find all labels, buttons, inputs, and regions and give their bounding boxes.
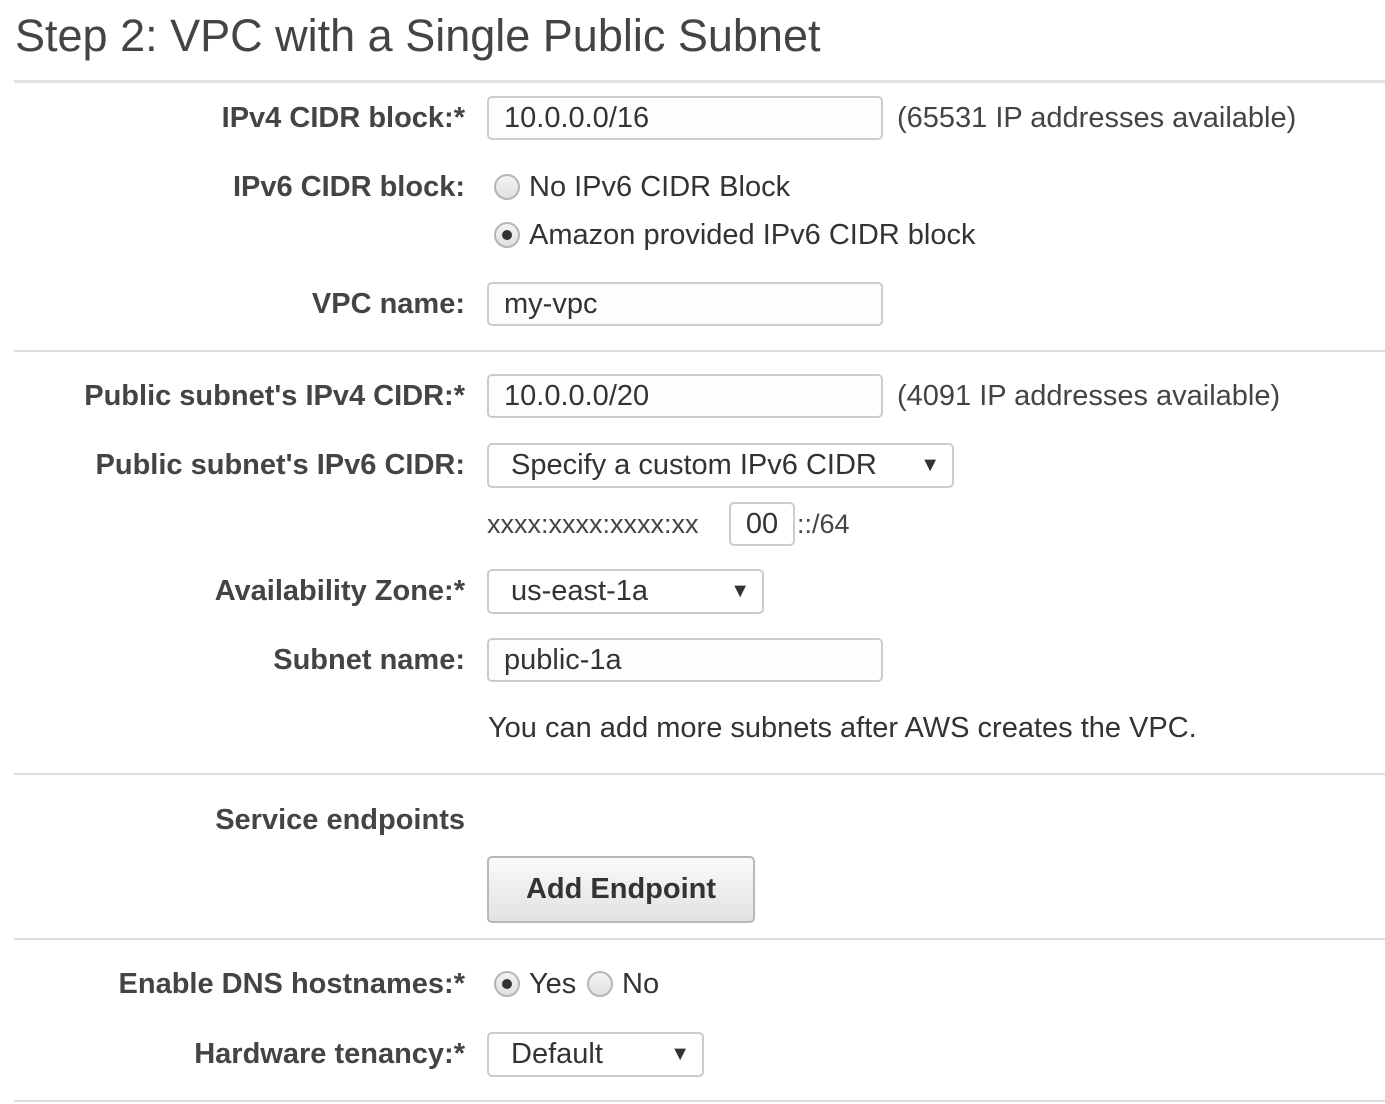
vpc-name-label: VPC name: — [311, 288, 465, 320]
public-subnet-ipv4-input[interactable] — [487, 374, 883, 418]
service-endpoints-label: Service endpoints — [215, 804, 465, 836]
ipv6-cidr-custom-input[interactable] — [729, 502, 795, 546]
section-divider — [14, 1100, 1385, 1102]
section-divider — [14, 938, 1385, 940]
subnet-note: You can add more subnets after AWS creat… — [488, 712, 1197, 744]
dns-hostnames-no[interactable]: No — [587, 967, 659, 1001]
page-title: Step 2: VPC with a Single Public Subnet — [15, 10, 821, 61]
dropdown-arrow-icon: ▼ — [920, 454, 940, 476]
hardware-tenancy-label: Hardware tenancy:* — [194, 1038, 465, 1070]
dropdown-arrow-icon: ▼ — [730, 580, 750, 602]
radio-unchecked-icon[interactable] — [494, 174, 520, 200]
dns-hostnames-yes-label: Yes — [529, 968, 577, 1000]
hardware-tenancy-selected: Default — [511, 1038, 603, 1070]
dropdown-arrow-icon: ▼ — [670, 1043, 690, 1065]
dns-hostnames-yes[interactable]: Yes — [494, 967, 576, 1001]
public-subnet-ipv6-select[interactable]: Specify a custom IPv6 CIDR ▼ — [487, 443, 954, 488]
public-subnet-ipv6-label: Public subnet's IPv6 CIDR: — [95, 449, 465, 481]
availability-zone-selected: us-east-1a — [511, 575, 649, 607]
radio-checked-icon[interactable] — [494, 971, 520, 997]
ipv6-option-amazon-label: Amazon provided IPv6 CIDR block — [529, 219, 976, 251]
section-divider — [14, 773, 1385, 775]
ipv6-option-none-label: No IPv6 CIDR Block — [529, 171, 791, 203]
public-subnet-ipv4-label: Public subnet's IPv4 CIDR:* — [84, 380, 465, 412]
radio-unchecked-icon[interactable] — [587, 971, 613, 997]
subnet-name-label: Subnet name: — [273, 644, 465, 676]
vpc-name-input[interactable] — [487, 282, 883, 326]
availability-zone-select[interactable]: us-east-1a ▼ — [487, 569, 764, 614]
ipv4-cidr-input[interactable] — [487, 96, 883, 140]
ipv6-cidr-prefix: xxxx:xxxx:xxxx:xx — [487, 509, 699, 539]
dns-hostnames-label: Enable DNS hostnames:* — [118, 968, 465, 1000]
section-divider — [14, 80, 1385, 83]
section-divider — [14, 350, 1385, 352]
dns-hostnames-no-label: No — [622, 968, 660, 1000]
ipv6-option-none[interactable]: No IPv6 CIDR Block — [494, 170, 790, 204]
ipv6-option-amazon[interactable]: Amazon provided IPv6 CIDR block — [494, 218, 975, 252]
public-subnet-available-hint: (4091 IP addresses available) — [897, 380, 1281, 412]
availability-zone-label: Availability Zone:* — [214, 575, 465, 607]
radio-checked-icon[interactable] — [494, 222, 520, 248]
ipv4-cidr-label: IPv4 CIDR block:* — [221, 102, 465, 134]
add-endpoint-button[interactable]: Add Endpoint — [487, 856, 755, 923]
subnet-name-input[interactable] — [487, 638, 883, 682]
ipv6-cidr-label: IPv6 CIDR block: — [232, 171, 465, 203]
public-subnet-ipv6-selected: Specify a custom IPv6 CIDR — [511, 449, 877, 481]
ipv6-cidr-suffix: ::/64 — [797, 509, 850, 539]
hardware-tenancy-select[interactable]: Default ▼ — [487, 1032, 704, 1077]
ipv4-cidr-available-hint: (65531 IP addresses available) — [897, 102, 1297, 134]
